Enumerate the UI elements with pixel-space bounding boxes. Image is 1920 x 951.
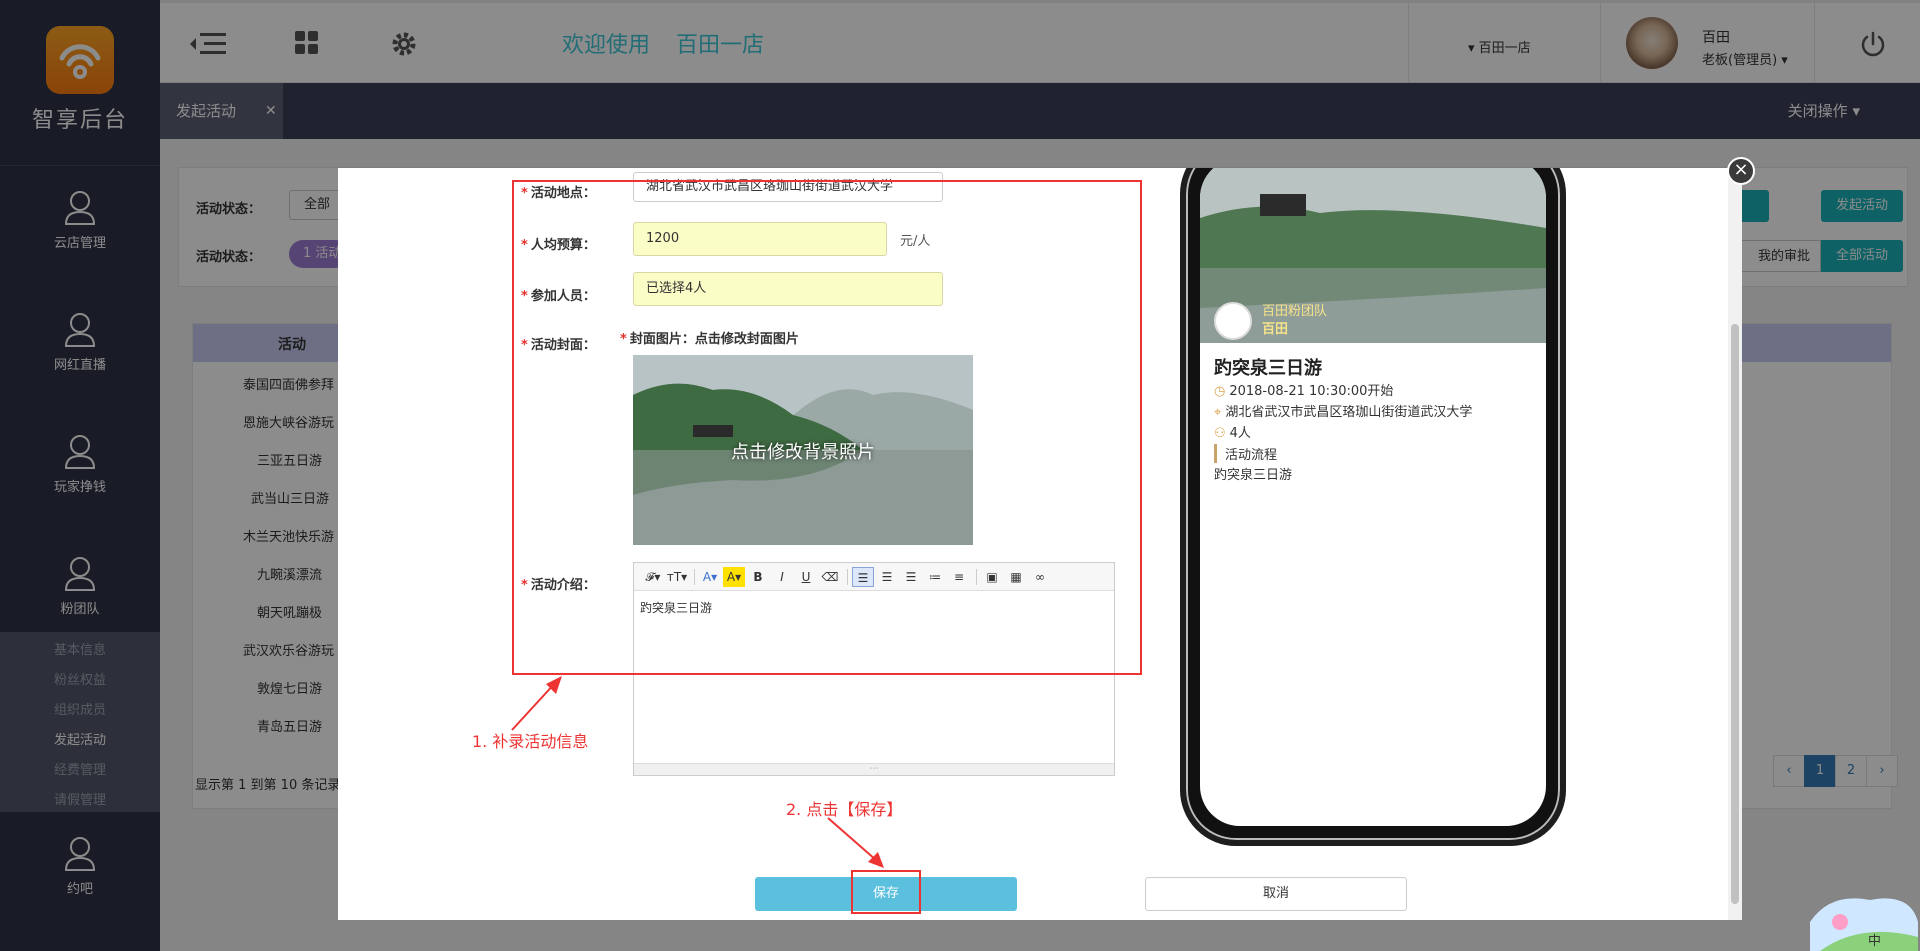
mascot-text: 中	[1868, 934, 1882, 949]
preview-flow-text: 趵突泉三日游	[1214, 468, 1293, 483]
scrollbar-thumb[interactable]	[1731, 324, 1739, 904]
team-avatar	[1214, 302, 1252, 340]
mascot-widget[interactable]: 中	[1800, 882, 1920, 951]
annotation-box-save	[851, 870, 921, 914]
clock-icon: ◷	[1214, 384, 1226, 399]
annotation-step1: 1. 补录活动信息	[472, 732, 589, 751]
preview-flow-label: 活动流程	[1214, 444, 1277, 463]
activity-modal: * 活动地点： 湖北省武汉市武昌区珞珈山街街道武汉大学 * 人均预算： 1200 元…	[338, 168, 1742, 920]
phone-banner-image	[1200, 168, 1546, 343]
resize-handle[interactable]: ⋯	[634, 763, 1114, 775]
preview-people: ⚇ 4人	[1214, 426, 1251, 441]
cancel-button[interactable]: 取消	[1145, 877, 1407, 911]
people-icon: ⚇	[1214, 426, 1226, 441]
team-name: 百田粉团队	[1262, 304, 1328, 319]
location-pin-icon: ⌖	[1214, 405, 1222, 420]
annotation-arrow-icon	[511, 676, 562, 731]
preview-title: 趵突泉三日游	[1214, 358, 1322, 379]
annotation-box-form	[512, 180, 1142, 675]
phone-screen: 百田粉团队 百田 趵突泉三日游 ◷ 2018-08-21 10:30:00开始 ⌖…	[1200, 168, 1546, 826]
mascot-icon	[1810, 898, 1918, 951]
preview-time: ◷ 2018-08-21 10:30:00开始	[1214, 384, 1394, 399]
modal-close-icon[interactable]: ×	[1727, 157, 1755, 185]
modal-scrollbar[interactable]	[1728, 168, 1742, 920]
preview-address: ⌖ 湖北省武汉市武昌区珞珈山街街道武汉大学	[1214, 405, 1473, 420]
team-leader: 百田	[1262, 322, 1289, 337]
phone-preview: 百田粉团队 百田 趵突泉三日游 ◷ 2018-08-21 10:30:00开始 ⌖…	[1180, 168, 1566, 846]
annotation-arrow-icon	[827, 817, 884, 868]
